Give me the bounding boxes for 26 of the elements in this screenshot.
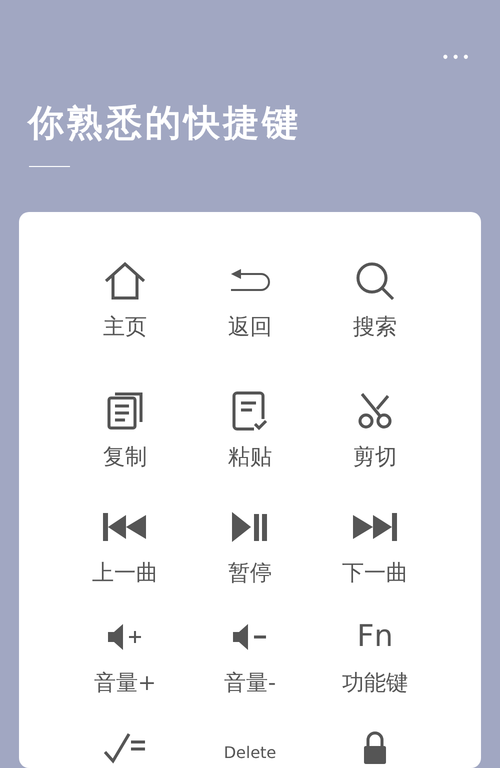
shortcut-button[interactable]: 粘贴 bbox=[228, 390, 272, 472]
previous-track-icon bbox=[102, 512, 148, 542]
shortcut-button[interactable]: 上一曲 bbox=[92, 506, 158, 588]
shortcut-button[interactable]: 复制 bbox=[103, 390, 147, 472]
shortcut-button[interactable]: Delete bbox=[224, 726, 276, 768]
shortcut-button[interactable]: 音量+ bbox=[94, 616, 156, 698]
copy-icon bbox=[107, 392, 143, 430]
scissors-icon bbox=[357, 392, 393, 430]
search-icon bbox=[355, 261, 395, 301]
shortcut-button[interactable]: 音量- bbox=[224, 616, 276, 698]
volume-up-icon bbox=[107, 622, 143, 652]
lock-icon bbox=[362, 730, 388, 764]
page-title: 你熟悉的快捷键 bbox=[28, 102, 302, 146]
play-pause-icon bbox=[231, 511, 269, 543]
shortcut-button[interactable]: 暂停 bbox=[228, 506, 272, 588]
clipboard-check-icon bbox=[232, 391, 268, 431]
shortcut-button[interactable]: 搜索 bbox=[353, 260, 397, 342]
volume-down-icon bbox=[232, 622, 268, 652]
shortcut-button[interactable]: 主页 bbox=[103, 260, 147, 342]
shortcut-button[interactable]: 剪切 bbox=[353, 390, 397, 472]
home-icon bbox=[103, 261, 147, 301]
shortcut-button[interactable]: 下一曲 bbox=[342, 506, 408, 588]
shortcut-button[interactable]: Fn 功能键 bbox=[342, 616, 408, 698]
back-arrow-icon bbox=[229, 268, 271, 294]
next-track-icon bbox=[352, 512, 398, 542]
shortcut-button[interactable]: 返回 bbox=[228, 260, 272, 342]
